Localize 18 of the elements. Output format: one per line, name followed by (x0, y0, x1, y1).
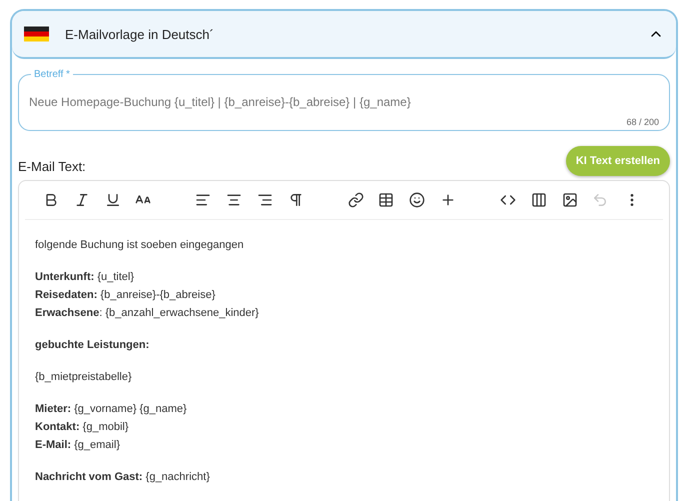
text-line: Nachricht vom Gast: {g_nachricht} (35, 470, 211, 485)
subject-input[interactable]: Neue Homepage-Buchung {u_titel} | {b_anreise}-{b_abreise} | {g_name} (29, 93, 659, 111)
character-counter: 68 / 200 (626, 117, 659, 127)
panel-header[interactable]: E-Mailvorlage in Deutsch´ (12, 11, 676, 59)
field-label: Betreff * (33, 69, 71, 80)
text-line: folgende Buchung ist soeben eingegangen (35, 238, 245, 253)
email-text-label: E-Mail Text: (18, 158, 86, 174)
text-line: gebuchte Leistungen: (35, 338, 150, 353)
text-line: Kontakt: {g_mobil} (35, 420, 130, 435)
subject-field[interactable]: Betreff * Neue Homepage-Buchung {u_titel} | {b_anreise}-{b_abreise} | {g_name} 68 / 200 (18, 69, 670, 131)
panel-title: E-Mailvorlage in Deutsch´ (65, 26, 215, 42)
text-line: Reisedaten: {b_anreise}-{b_abreise} (35, 288, 216, 303)
german-flag-icon (24, 25, 49, 43)
text-line: {b_mietpreistabelle} (35, 370, 133, 385)
text-line: Mieter: {g_vorname} {g_name} (35, 402, 188, 417)
text-line: E-Mail: {g_email} (35, 438, 121, 453)
text-line: Unterkunft: {u_titel} (35, 270, 136, 285)
text-line: Erwachsene: {b_anzahl_erwachsene_kinder} (35, 306, 260, 321)
